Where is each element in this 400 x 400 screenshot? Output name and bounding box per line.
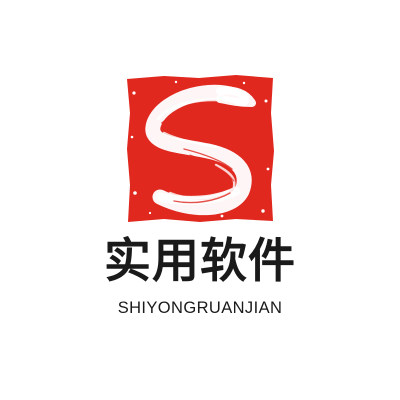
seal-logo (124, 73, 276, 225)
logo-canvas: 实用软件 SHIYONGRUANJIAN (0, 0, 400, 400)
brand-subtitle: SHIYONGRUANJIAN (117, 299, 283, 317)
brand-title: 实用软件 (104, 234, 296, 289)
seal-s-icon (127, 75, 274, 222)
